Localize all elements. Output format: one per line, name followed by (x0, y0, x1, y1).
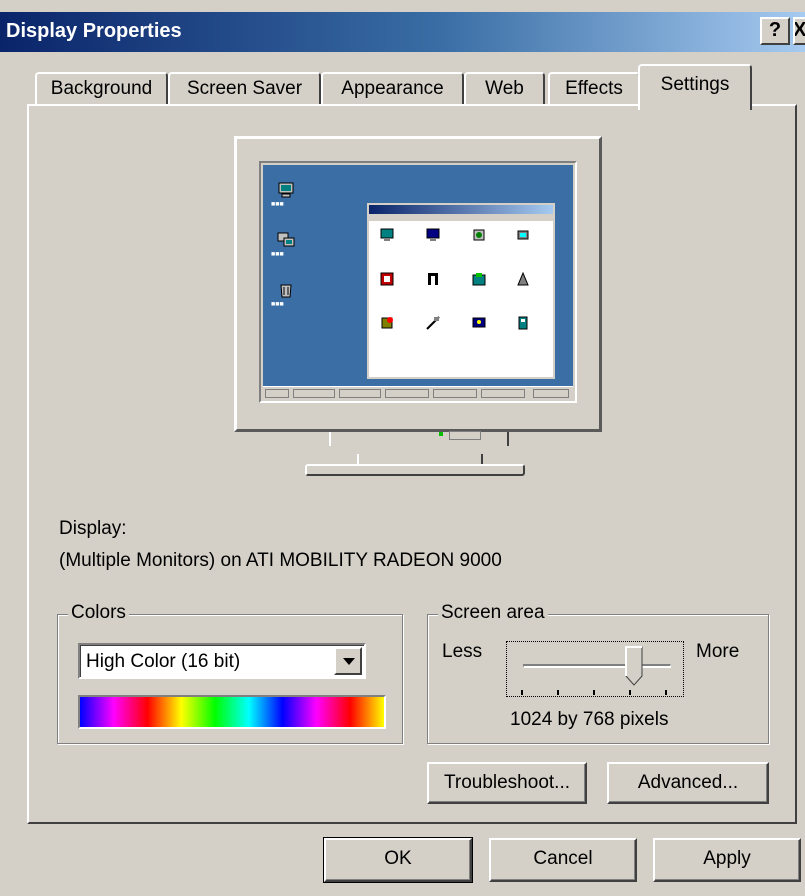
less-label: Less (442, 641, 483, 662)
preview-task-button (293, 389, 335, 398)
power-button-graphic (449, 431, 481, 440)
control-panel-icon (518, 316, 528, 330)
tab-screen-saver[interactable]: Screen Saver (168, 72, 321, 106)
more-label: More (696, 641, 740, 662)
help-button[interactable]: ? (760, 17, 790, 45)
colors-group: Colors High Color (16 bit) (57, 602, 403, 744)
control-panel-icon (517, 230, 529, 240)
monitor-bezel: ■■■ ■■■ ■■■ (259, 161, 577, 403)
screen-area-group: Screen area Less More 1024 by 768 pixels (427, 602, 769, 744)
display-device-text: (Multiple Monitors) on ATI MOBILITY RADE… (59, 550, 502, 571)
slider-tick (593, 690, 595, 695)
slider-tick (521, 690, 523, 695)
colors-group-title: Colors (68, 602, 129, 624)
slider-tick (629, 690, 631, 695)
color-spectrum-bar (78, 695, 386, 729)
resolution-slider[interactable] (506, 641, 684, 697)
control-panel-icon (426, 316, 440, 330)
slider-tick (557, 690, 559, 695)
close-button[interactable]: X (793, 17, 805, 45)
preview-start-button (265, 389, 289, 398)
slider-tick (665, 690, 667, 695)
tab-background[interactable]: Background (35, 72, 168, 106)
control-panel-icon (428, 273, 438, 285)
screen-area-group-title: Screen area (438, 602, 548, 624)
monitor-preview: ■■■ ■■■ ■■■ (234, 136, 602, 432)
control-panel-icon (473, 229, 485, 241)
preview-task-button (481, 389, 525, 398)
apply-button[interactable]: Apply (653, 838, 801, 882)
tab-effects[interactable]: Effects (548, 72, 640, 106)
desktop-icon-caption: ■■■ (271, 201, 284, 208)
preview-task-button (433, 389, 477, 398)
window-title: Display Properties (6, 20, 182, 42)
resolution-text: 1024 by 768 pixels (510, 709, 669, 730)
preview-clock (533, 389, 569, 398)
my-computer-icon (278, 182, 294, 198)
desktop-icon-caption: ■■■ (271, 251, 284, 258)
preview-window (367, 203, 555, 379)
preview-taskbar (263, 386, 573, 401)
color-spectrum-fill (80, 697, 384, 727)
colors-dropdown-value: High Color (16 bit) (86, 651, 241, 672)
control-panel-icon (426, 228, 440, 241)
ok-button[interactable]: OK (323, 837, 473, 883)
troubleshoot-button[interactable]: Troubleshoot... (427, 762, 587, 804)
preview-task-button (385, 389, 429, 398)
advanced-button[interactable]: Advanced... (607, 762, 769, 804)
monitor-stand (329, 432, 509, 446)
control-panel-icon (380, 228, 394, 241)
tab-appearance[interactable]: Appearance (321, 72, 464, 106)
desktop-icon-caption: ■■■ (271, 301, 284, 308)
network-icon (277, 232, 295, 247)
display-label: Display: (59, 518, 127, 539)
tab-settings[interactable]: Settings (638, 64, 752, 110)
tab-web[interactable]: Web (464, 72, 545, 106)
slider-track (523, 664, 671, 668)
colors-dropdown[interactable]: High Color (16 bit) (78, 643, 366, 679)
display-properties-dialog: Display Properties ? X Background Screen… (0, 0, 805, 896)
control-panel-icon (380, 272, 394, 286)
slider-thumb[interactable] (625, 646, 643, 686)
preview-window-title (369, 205, 553, 214)
control-panel-icon (472, 273, 486, 286)
preview-task-button (339, 389, 381, 398)
control-panel-icon (517, 271, 529, 286)
cancel-button[interactable]: Cancel (489, 838, 637, 882)
preview-screen: ■■■ ■■■ ■■■ (263, 165, 573, 401)
monitor-stand-base (305, 464, 525, 476)
settings-panel: ■■■ ■■■ ■■■ Display: (Multiple Monitors)… (27, 104, 797, 824)
preview-window-menu (369, 214, 553, 221)
recycle-bin-icon (280, 284, 292, 298)
control-panel-icon (472, 317, 486, 328)
power-led (439, 432, 443, 436)
chevron-down-icon[interactable] (334, 647, 362, 675)
control-panel-icon (381, 317, 393, 329)
title-bar[interactable]: Display Properties ? X (0, 12, 805, 52)
